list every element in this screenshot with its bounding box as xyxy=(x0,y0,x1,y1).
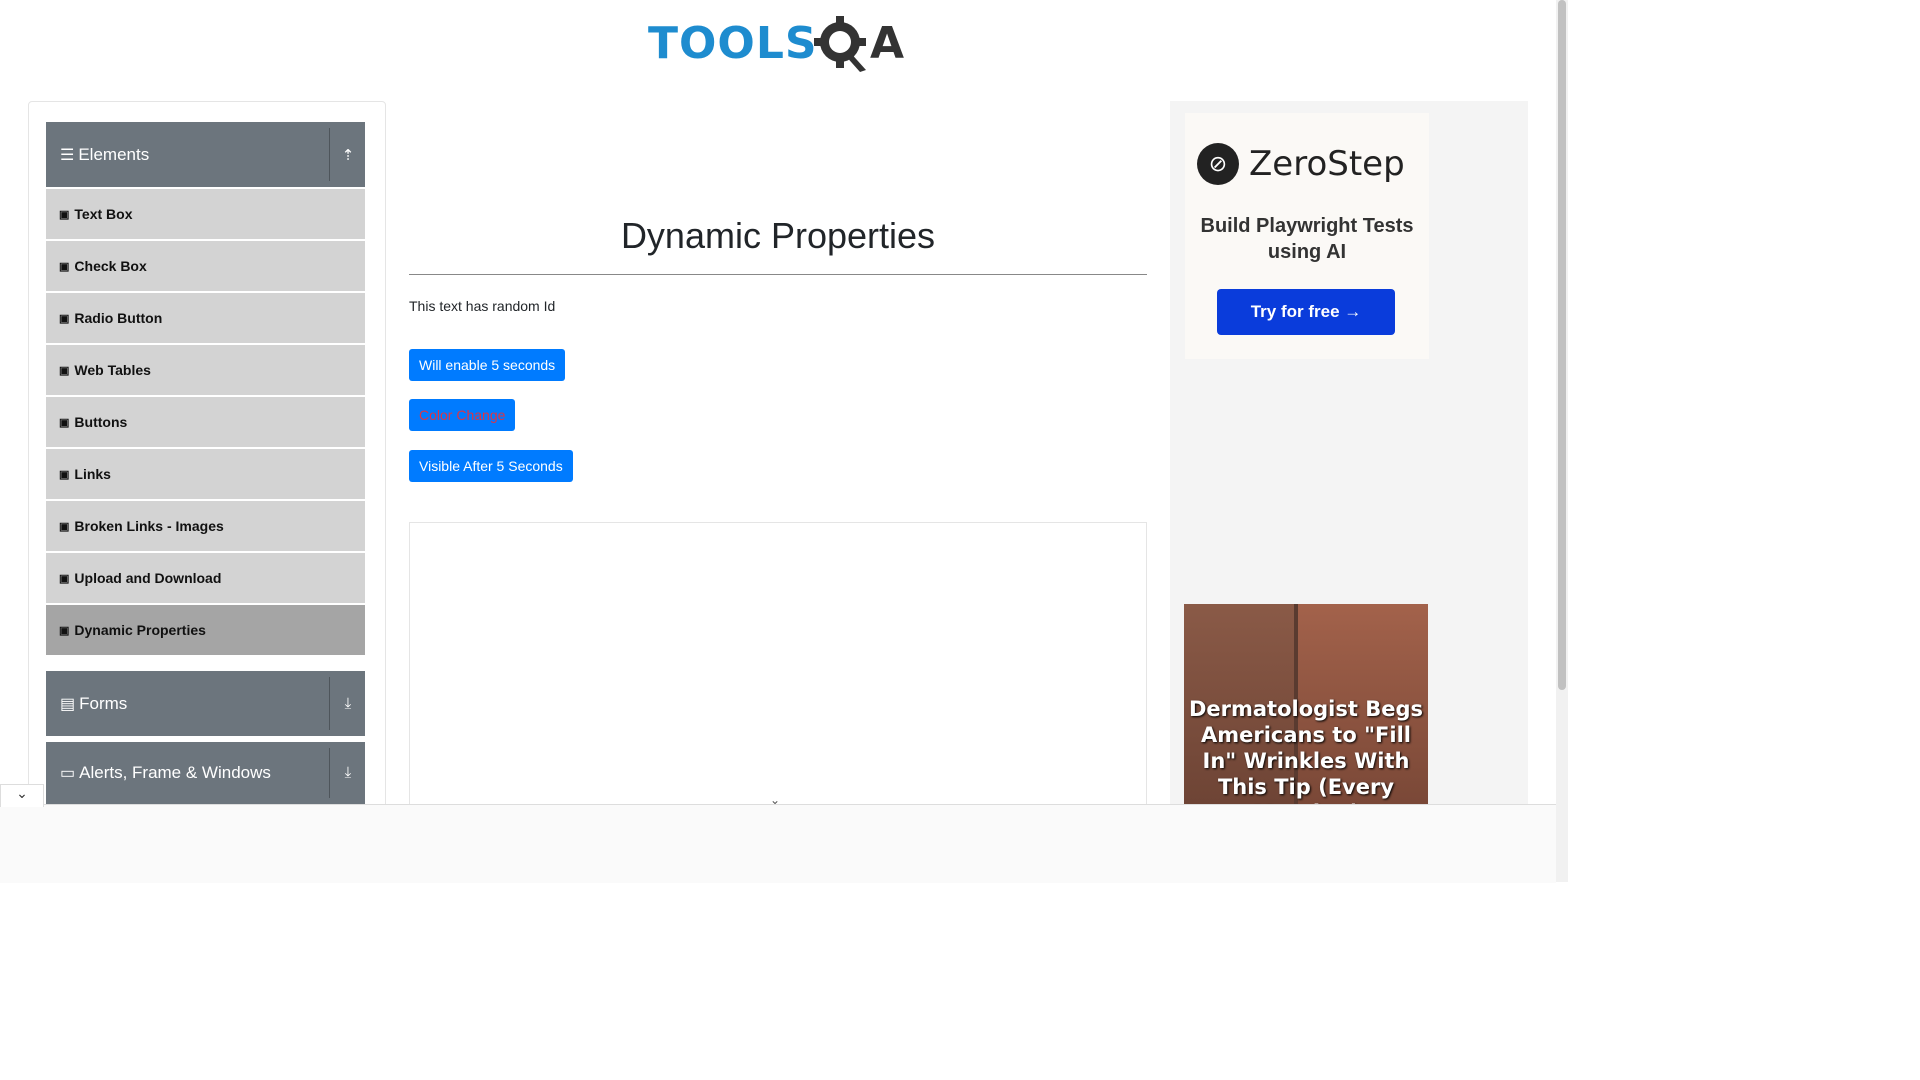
sidebar-item-text-box[interactable]: ▣ Text Box xyxy=(46,189,365,239)
sidebar-item-label: Web Tables xyxy=(74,362,151,378)
group-header-elements[interactable]: ☰ Elements ⇡ xyxy=(46,122,365,187)
try-for-free-button[interactable]: Try for free → xyxy=(1217,289,1395,335)
sidebar-item-buttons[interactable]: ▣ Buttons xyxy=(46,397,365,447)
sidebar-item-web-tables[interactable]: ▣ Web Tables xyxy=(46,345,365,395)
hamburger-icon: ☰ xyxy=(60,146,75,164)
sidebar-item-broken-links[interactable]: ▣ Broken Links - Images xyxy=(46,501,365,551)
group-header-label: Forms xyxy=(79,693,128,713)
visible-after-button[interactable]: Visible After 5 Seconds xyxy=(409,450,573,482)
random-id-text: This text has random Id xyxy=(409,298,556,314)
promo-headline: Dermatologist Begs Americans to "Fill In… xyxy=(1188,697,1424,804)
header-divider xyxy=(329,677,330,730)
page-title: Dynamic Properties xyxy=(620,215,936,256)
item-icon: ▣ xyxy=(59,624,70,637)
right-ad-panel: ⊘ ZeroStep Build Playwright Tests using … xyxy=(1170,101,1528,806)
sidebar-item-upload-download[interactable]: ▣ Upload and Download xyxy=(46,553,365,603)
sidebar-item-check-box[interactable]: ▣ Check Box xyxy=(46,241,365,291)
sidebar-item-label: Check Box xyxy=(74,258,147,274)
item-icon: ▣ xyxy=(59,312,70,325)
zerostep-logo: ⊘ ZeroStep xyxy=(1197,143,1405,185)
document-icon: ▤ xyxy=(60,695,76,713)
logo-tools-text: TOOLS xyxy=(648,18,818,69)
header-divider xyxy=(329,128,330,181)
sidebar-item-label: Upload and Download xyxy=(74,570,222,586)
promo-ad[interactable]: Dermatologist Begs Americans to "Fill In… xyxy=(1184,604,1428,804)
collapse-up-icon[interactable]: ⇡ xyxy=(339,146,357,164)
enable-after-button[interactable]: Will enable 5 seconds xyxy=(409,349,566,381)
sidebar-item-radio-button[interactable]: ▣ Radio Button xyxy=(46,293,365,343)
window-icon: ▭ xyxy=(60,765,76,782)
scrollbar-thumb[interactable] xyxy=(1558,0,1566,690)
item-icon: ▣ xyxy=(59,520,70,533)
bottom-ad-bar xyxy=(0,804,1556,883)
site-header: TOOLS A xyxy=(0,0,1556,90)
item-icon: ▣ xyxy=(59,468,70,481)
page-scrollbar[interactable] xyxy=(1556,0,1568,882)
group-header-forms[interactable]: ▤ Forms ⤓ xyxy=(46,671,365,736)
sidebar-item-label: Links xyxy=(74,466,111,482)
sidebar-item-label: Broken Links - Images xyxy=(74,518,224,534)
expand-down-icon[interactable]: ⤓ xyxy=(339,695,357,713)
header-divider xyxy=(329,748,330,798)
zerostep-tagline: Build Playwright Tests using AI xyxy=(1200,215,1414,263)
sidebar-item-label: Buttons xyxy=(74,414,128,430)
ad-placeholder: ⌄ xyxy=(409,522,1147,813)
collapse-ad-button[interactable]: ⌄ xyxy=(0,784,44,807)
sidebar-item-label: Radio Button xyxy=(74,310,163,326)
left-panel: ☰ Elements ⇡ ▣ Text Box ▣ Check Box ▣ Ra… xyxy=(28,101,386,823)
item-icon: ▣ xyxy=(59,416,70,429)
group-header-label: Elements xyxy=(78,144,150,164)
sidebar-item-dynamic-properties[interactable]: ▣ Dynamic Properties xyxy=(46,605,365,655)
expand-down-icon[interactable]: ⤓ xyxy=(339,764,357,782)
item-icon: ▣ xyxy=(59,260,70,273)
color-change-button[interactable]: Color Change xyxy=(409,399,516,431)
zerostep-ad[interactable]: ⊘ ZeroStep Build Playwright Tests using … xyxy=(1185,113,1429,359)
sidebar-item-label: Text Box xyxy=(74,206,133,222)
chevron-down-icon: ⌄ xyxy=(16,785,28,801)
sidebar-item-label: Dynamic Properties xyxy=(74,622,206,638)
logo-a-text: A xyxy=(870,18,906,69)
item-icon: ▣ xyxy=(59,572,70,585)
item-icon: ▣ xyxy=(59,364,70,377)
title-divider xyxy=(409,274,1147,275)
group-header-alerts[interactable]: ▭ Alerts, Frame & Windows ⤓ xyxy=(46,742,365,804)
toolsqa-logo[interactable]: TOOLS A xyxy=(648,14,912,76)
item-icon: ▣ xyxy=(59,208,70,221)
group-header-label: Alerts, Frame & Windows xyxy=(79,763,271,782)
zerostep-logo-icon: ⊘ xyxy=(1197,143,1239,185)
gear-q-icon xyxy=(814,16,866,72)
sidebar-item-links[interactable]: ▣ Links xyxy=(46,449,365,499)
zerostep-brand: ZeroStep xyxy=(1249,144,1405,184)
